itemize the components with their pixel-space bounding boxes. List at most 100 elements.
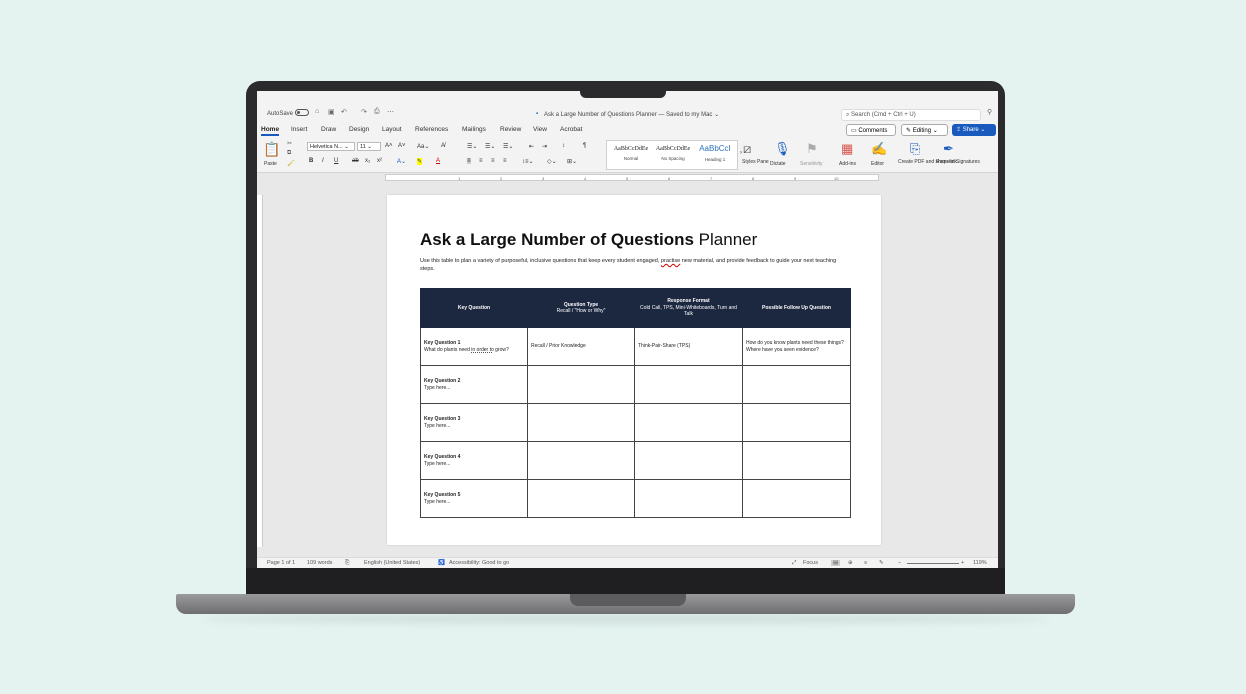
follow-up-cell[interactable]: How do you know plants need these things…: [742, 327, 851, 366]
page-count[interactable]: Page 1 of 1: [267, 560, 295, 566]
superscript-icon[interactable]: x²: [377, 158, 382, 164]
font-name-select[interactable]: Helvetica N... ⌄: [307, 142, 355, 151]
style-normal[interactable]: AaBbCcDdEe Normal: [611, 146, 651, 161]
follow-up-cell[interactable]: [742, 365, 851, 404]
shrink-font-icon[interactable]: A˅: [398, 143, 406, 149]
tab-layout[interactable]: Layout: [382, 126, 402, 133]
account-icon[interactable]: ⚲: [987, 108, 992, 116]
word-count[interactable]: 109 words: [307, 560, 332, 566]
microphone-icon[interactable]: 🎙: [774, 141, 791, 157]
share-button[interactable]: ⇪ Share ⌄: [952, 124, 996, 136]
sort-icon[interactable]: ↕: [562, 143, 565, 149]
style-no-spacing[interactable]: AaBbCcDdEe No Spacing: [653, 146, 693, 161]
font-size-select[interactable]: 11 ⌄: [357, 142, 381, 151]
follow-up-cell[interactable]: [742, 403, 851, 442]
question-type-cell[interactable]: [527, 365, 635, 404]
follow-up-cell[interactable]: [742, 441, 851, 480]
response-format-cell[interactable]: Think-Pair-Share (TPS): [634, 327, 743, 366]
autosave-toggle[interactable]: [295, 109, 309, 116]
key-question-cell[interactable]: Key Question 5 Type here...: [420, 479, 528, 518]
borders-icon[interactable]: ⊞⌄: [567, 158, 577, 165]
subscript-icon[interactable]: x₂: [365, 158, 370, 164]
styles-pane-icon[interactable]: ⧄: [743, 141, 751, 157]
response-format-cell[interactable]: [634, 479, 743, 518]
question-type-cell[interactable]: [527, 441, 635, 480]
search-input[interactable]: ⌕ Search (Cmd + Ctrl + U): [841, 109, 981, 121]
chevron-right-icon[interactable]: ›: [740, 150, 742, 156]
bullets-icon[interactable]: ☰⌄: [467, 143, 477, 150]
print-icon[interactable]: ⎙: [374, 108, 380, 116]
zoom-level[interactable]: 119%: [973, 560, 987, 566]
outline-view-icon[interactable]: ≡: [864, 560, 867, 566]
accessibility-status[interactable]: Accessibility: Good to go: [449, 560, 509, 566]
follow-up-cell[interactable]: [742, 479, 851, 518]
proofing-icon[interactable]: ⎘: [345, 560, 349, 567]
increase-indent-icon[interactable]: ⇥: [542, 143, 547, 150]
response-format-cell[interactable]: [634, 441, 743, 480]
focus-label[interactable]: Focus: [803, 560, 818, 566]
tab-review[interactable]: Review: [500, 126, 521, 133]
tab-draw[interactable]: Draw: [321, 126, 336, 133]
grow-font-icon[interactable]: A˄: [385, 143, 393, 149]
numbering-icon[interactable]: ☰⌄: [485, 143, 495, 150]
clear-format-icon[interactable]: A̸: [441, 143, 445, 149]
cut-icon[interactable]: ✂: [287, 140, 292, 147]
change-case-icon[interactable]: Aa⌄: [417, 143, 429, 150]
create-pdf-icon[interactable]: ⎘: [910, 141, 920, 157]
redo-icon[interactable]: ↷: [361, 108, 367, 116]
tab-home[interactable]: Home: [261, 126, 280, 136]
key-question-cell[interactable]: Key Question 4 Type here...: [420, 441, 528, 480]
shading-icon[interactable]: ◇⌄: [547, 158, 557, 165]
align-left-icon[interactable]: ≡: [467, 158, 471, 164]
tab-acrobat[interactable]: Acrobat: [560, 126, 582, 133]
multilevel-list-icon[interactable]: ☰⌄: [503, 143, 513, 150]
editor-icon[interactable]: ✍: [871, 141, 887, 157]
header-follow-up[interactable]: Possible Follow Up Question: [742, 288, 851, 328]
align-center-icon[interactable]: ≡: [479, 158, 483, 164]
question-type-cell[interactable]: Recall / Prior Knowledge: [527, 327, 635, 366]
response-format-cell[interactable]: [634, 403, 743, 442]
print-layout-icon[interactable]: ▤: [831, 560, 841, 566]
zoom-in-icon[interactable]: +: [961, 560, 964, 566]
text-effects-icon[interactable]: A⌄: [397, 158, 406, 165]
tab-insert[interactable]: Insert: [291, 126, 307, 133]
justify-icon[interactable]: ≡: [503, 158, 507, 164]
web-layout-icon[interactable]: ⊕: [848, 560, 853, 566]
show-marks-icon[interactable]: ¶: [583, 143, 586, 149]
italic-icon[interactable]: I: [322, 158, 324, 164]
editing-button[interactable]: ✎ Editing ⌄: [901, 124, 948, 136]
draft-view-icon[interactable]: ✎: [879, 560, 884, 566]
tab-design[interactable]: Design: [349, 126, 369, 133]
key-question-cell[interactable]: Key Question 3 Type here...: [420, 403, 528, 442]
key-question-cell[interactable]: Key Question 1 What do plants need in ord…: [420, 327, 528, 366]
more-icon[interactable]: ⋯: [387, 108, 394, 116]
save-icon[interactable]: ▣: [328, 108, 335, 116]
copy-icon[interactable]: ⧉: [287, 150, 291, 157]
header-key-question[interactable]: Key Question: [420, 288, 528, 328]
line-spacing-icon[interactable]: ↕≡⌄: [522, 158, 534, 165]
header-response-format[interactable]: Response Format Cold Call, TPS, Mini-Whit…: [634, 288, 743, 328]
ruler-bar[interactable]: 1 2 3 4 5 6 7 8 9 10: [385, 174, 879, 181]
bold-icon[interactable]: B: [309, 158, 313, 164]
header-question-type[interactable]: Question Type Recall / "How or Why": [527, 288, 635, 328]
undo-icon[interactable]: ↶: [341, 108, 347, 116]
question-type-cell[interactable]: [527, 403, 635, 442]
paste-icon[interactable]: 📋: [263, 141, 280, 158]
home-icon[interactable]: ⌂: [315, 108, 319, 115]
horizontal-ruler[interactable]: 1 2 3 4 5 6 7 8 9 10: [257, 173, 998, 182]
focus-icon[interactable]: ⤢: [792, 560, 796, 567]
signature-icon[interactable]: ✒: [943, 141, 954, 157]
zoom-out-icon[interactable]: −: [898, 560, 901, 566]
language-indicator[interactable]: English (United States): [364, 560, 420, 566]
highlight-icon[interactable]: ✎: [417, 158, 423, 165]
addins-icon[interactable]: ▦: [841, 141, 853, 157]
sensitivity-icon[interactable]: ⚑: [806, 141, 818, 157]
response-format-cell[interactable]: [634, 365, 743, 404]
vertical-ruler[interactable]: [257, 195, 263, 547]
tab-view[interactable]: View: [533, 126, 547, 133]
question-type-cell[interactable]: [527, 479, 635, 518]
zoom-slider[interactable]: [907, 563, 959, 564]
comments-button[interactable]: ▭ Comments: [846, 124, 896, 136]
strikethrough-icon[interactable]: ab: [352, 158, 359, 164]
style-heading-1[interactable]: AaBbCcI Heading 1: [695, 144, 735, 162]
